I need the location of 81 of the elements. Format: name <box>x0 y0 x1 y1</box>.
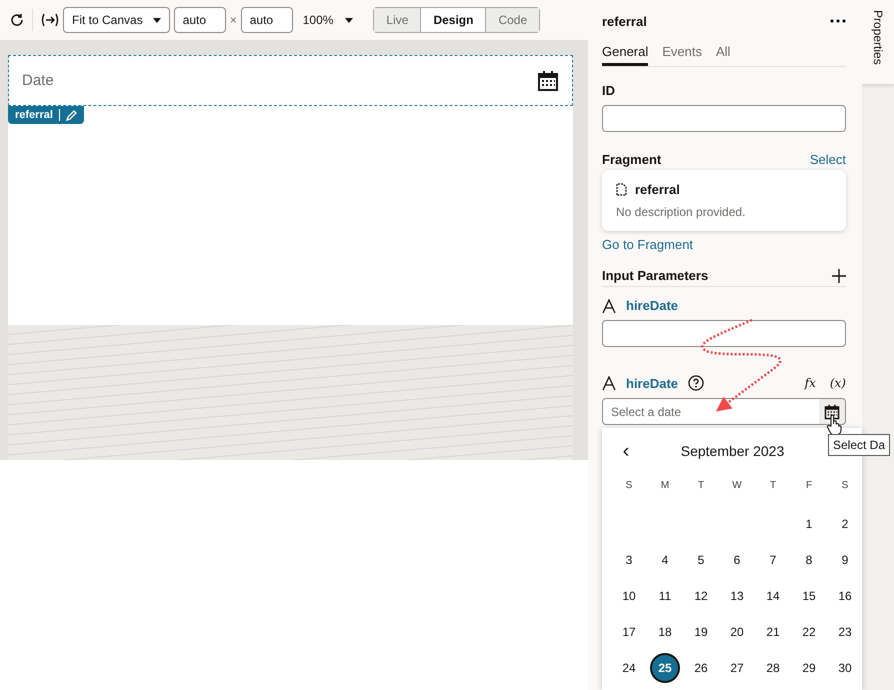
parameter-name: hireDate <box>626 298 678 313</box>
variable-button[interactable]: (x) <box>830 376 846 390</box>
calendar-day[interactable]: 20 <box>724 619 750 645</box>
function-button[interactable]: fx <box>804 376 816 390</box>
calendar-day[interactable]: 29 <box>796 655 822 681</box>
calendar-day[interactable]: 26 <box>688 655 714 681</box>
weekday-label: T <box>696 478 706 492</box>
fit-dropdown[interactable]: Fit to Canvas <box>63 7 170 33</box>
help-icon[interactable] <box>688 375 704 391</box>
calendar-day[interactable]: 16 <box>832 583 858 609</box>
fragment-badge[interactable]: referral <box>8 106 84 124</box>
panel-tab[interactable]: Events <box>662 44 702 66</box>
calendar-day[interactable]: 21 <box>760 619 786 645</box>
fragment-description: No description provided. <box>616 205 746 219</box>
weekday-label: T <box>768 478 778 492</box>
add-icon[interactable] <box>832 268 846 282</box>
text-type-icon <box>602 376 616 390</box>
calendar-day[interactable]: 6 <box>724 547 750 573</box>
properties-tab[interactable]: Properties <box>862 0 894 84</box>
calendar-day[interactable]: 27 <box>724 655 750 681</box>
binding-icon[interactable] <box>41 13 59 27</box>
refresh-icon[interactable] <box>10 13 24 27</box>
select-link[interactable]: Select <box>810 152 846 167</box>
mode-tab[interactable]: Live <box>374 8 420 32</box>
calendar-day[interactable]: 25 <box>652 655 678 681</box>
calendar-day[interactable]: 30 <box>832 655 858 681</box>
date-field[interactable]: Date <box>8 55 573 106</box>
calendar-icon <box>824 404 840 420</box>
tooltip: Select Da <box>828 434 890 456</box>
calendar-day[interactable]: 24 <box>616 655 642 681</box>
calendar-day[interactable]: 3 <box>616 547 642 573</box>
calendar-day[interactable]: 28 <box>760 655 786 681</box>
calendar-day[interactable]: 23 <box>832 619 858 645</box>
calendar-day[interactable]: 15 <box>796 583 822 609</box>
calendar-day[interactable]: 4 <box>652 547 678 573</box>
calendar-day[interactable]: 18 <box>652 619 678 645</box>
date-input[interactable]: Select a date <box>602 398 846 425</box>
text-type-icon <box>602 298 616 312</box>
calendar-day[interactable]: 9 <box>832 547 858 573</box>
calendar-day[interactable]: 10 <box>616 583 642 609</box>
calendar-day[interactable]: 2 <box>832 511 858 537</box>
weekday-label: M <box>660 478 670 492</box>
calendar-day[interactable]: 22 <box>796 619 822 645</box>
panel-tab[interactable]: All <box>716 44 730 66</box>
field-label: Fragment <box>602 152 662 167</box>
weekday-label: S <box>840 478 850 492</box>
calendar-day[interactable]: 1 <box>796 511 822 537</box>
calendar-day[interactable]: 19 <box>688 619 714 645</box>
weekday-label: S <box>624 478 634 492</box>
calendar-icon <box>537 70 559 92</box>
document-icon <box>616 183 627 196</box>
mode-tab[interactable]: Code <box>485 8 540 32</box>
parameter-field[interactable] <box>602 320 846 347</box>
panel-title: referral <box>602 14 647 28</box>
calendar-day[interactable]: 5 <box>688 547 714 573</box>
weekday-label: F <box>804 478 814 492</box>
panel-tab[interactable]: General <box>602 44 648 66</box>
calendar-day[interactable]: 12 <box>688 583 714 609</box>
pencil-icon[interactable] <box>66 110 77 120</box>
calendar-day[interactable]: 13 <box>724 583 750 609</box>
weekday-label: W <box>731 478 743 492</box>
calendar-day[interactable]: 11 <box>652 583 678 609</box>
id-field[interactable] <box>602 105 846 132</box>
zoom-dropdown[interactable]: 100% <box>302 13 354 27</box>
go-to-fragment-link[interactable]: Go to Fragment <box>602 237 846 252</box>
fragment-card[interactable]: referral No description provided. <box>602 170 846 231</box>
field-label: ID <box>602 83 616 98</box>
previous-month-button[interactable]: ‹ <box>611 440 641 462</box>
fragment-name: referral <box>635 182 680 197</box>
height-field[interactable]: auto <box>240 7 293 33</box>
parameter-name: hireDate <box>626 376 678 390</box>
calendar-button[interactable] <box>819 399 845 424</box>
times-sign: × <box>230 13 237 27</box>
calendar-day[interactable]: 17 <box>616 619 642 645</box>
mode-tab[interactable]: Design <box>420 8 486 32</box>
calendar-day[interactable]: 14 <box>760 583 786 609</box>
width-field[interactable]: auto <box>174 7 226 33</box>
section-title: Input Parameters <box>602 268 708 283</box>
calendar-day[interactable]: 7 <box>760 547 786 573</box>
calendar-day[interactable]: 8 <box>796 547 822 573</box>
more-icon[interactable] <box>830 19 846 23</box>
